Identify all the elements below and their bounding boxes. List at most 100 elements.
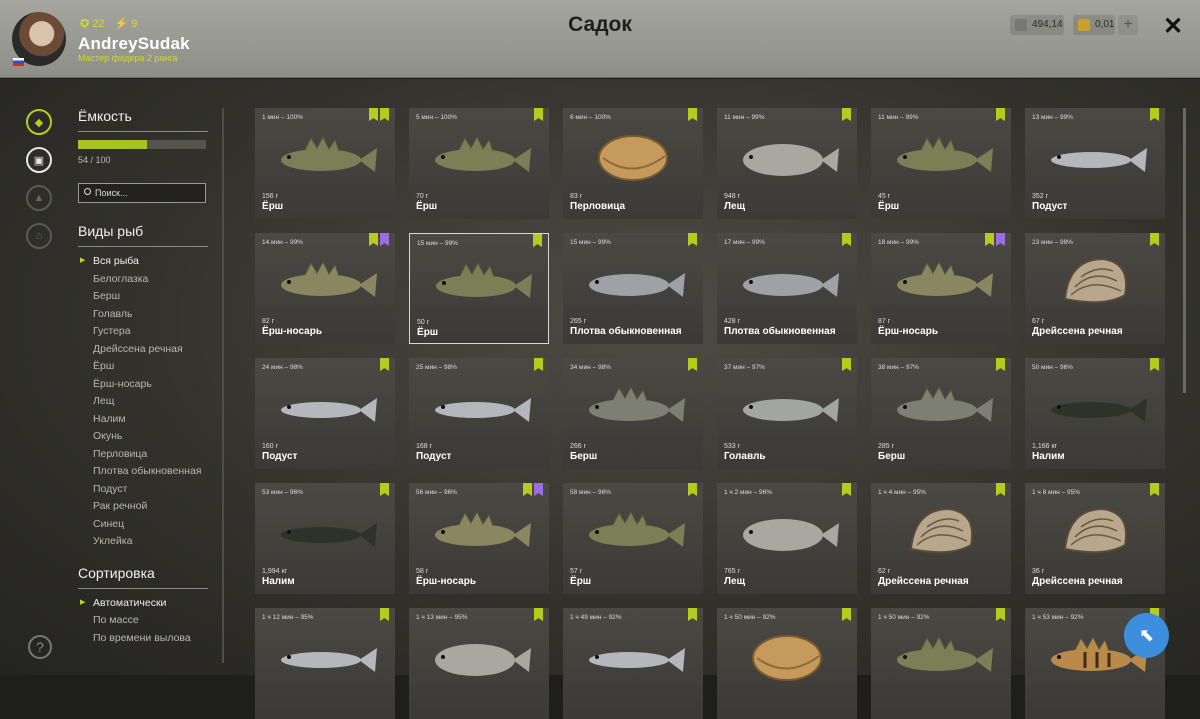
catch-weight: 57 г [570,568,583,575]
catch-time: 18 мин – 99% [878,239,919,246]
scrollbar[interactable] [1183,108,1186,393]
catch-card[interactable]: 1 ч 12 мин – 95% [255,608,395,719]
bucket-icon[interactable]: ▣ [26,147,52,173]
help-icon[interactable]: ? [28,635,52,659]
zander-image [589,385,685,422]
catch-card[interactable]: 14 мин – 99% 82 г Ёрш-носарь [255,233,395,344]
zander-image [897,385,993,422]
species-filter-item[interactable]: Налим [78,413,208,431]
roach-image [743,273,839,297]
catch-name: Ёрш [570,576,592,587]
catch-time: 1 ч 2 мин – 96% [724,489,772,496]
sort-option[interactable]: По массе [78,614,208,632]
catch-card[interactable]: 11 мин – 99% 45 г Ёрш [871,108,1011,219]
catch-name: Плотва обыкновенная [724,326,836,337]
bag-icon[interactable]: ▲ [26,185,52,211]
species-filter-item[interactable]: Лещ [78,395,208,413]
species-filter-item[interactable]: Густера [78,325,208,343]
species-filter-item[interactable]: Ёрш-носарь [78,378,208,396]
catch-card[interactable]: 15 мин – 99% 265 г Плотва обыкновенная [563,233,703,344]
catch-time: 34 мин – 98% [570,364,611,371]
card-tags [996,108,1005,121]
species-filter-item[interactable]: Синец [78,518,208,536]
catch-card[interactable]: 18 мин – 99% 87 г Ёрш-носарь [871,233,1011,344]
catch-card[interactable]: 1 ч 50 мин – 92% [717,608,857,719]
species-filter-item[interactable]: Белоглазка [78,273,208,291]
catch-card[interactable]: 50 мин – 96% 1,166 кг Налим [1025,358,1165,469]
sort-option[interactable]: По времени вылова [78,632,208,650]
cursor-icon[interactable]: ⬉ [1124,613,1169,658]
catch-card[interactable]: 6 мин – 100% 83 г Перловица [563,108,703,219]
catch-weight: 948 г [724,193,741,200]
catch-weight: 428 г [724,318,741,325]
ruffe-image [435,135,531,172]
bookmark-icon [534,108,543,121]
close-icon[interactable]: ✕ [1163,12,1183,41]
species-filter-item[interactable]: Рак речной [78,500,208,518]
bookmark-icon [688,233,697,246]
search-input[interactable]: Поиск... [78,183,206,203]
bream-image [743,519,839,551]
catch-card[interactable]: 1 ч 2 мин – 96% 765 г Лещ [717,483,857,594]
catch-card[interactable]: 37 мин – 97% 533 г Голавль [717,358,857,469]
add-currency-button[interactable]: + [1118,15,1138,35]
catch-card[interactable]: 1 мин – 100% 156 г Ёрш [255,108,395,219]
catch-name: Ёрш [262,201,284,212]
species-filter-item[interactable]: Перловица [78,448,208,466]
species-filter-item[interactable]: Вся рыба [78,255,208,273]
catch-card[interactable]: 34 мин – 98% 266 г Берш [563,358,703,469]
catch-card[interactable]: 15 мин – 99% 50 г Ёрш [409,233,549,344]
catch-time: 1 ч 12 мин – 95% [262,614,314,621]
catch-time: 1 ч 50 мин – 92% [724,614,776,621]
catch-name: Подуст [262,451,298,462]
catch-card[interactable]: 1 ч 49 мин – 92% [563,608,703,719]
capacity-fill [78,140,148,149]
card-tags [996,483,1005,496]
catch-card[interactable]: 17 мин – 99% 428 г Плотва обыкновенная [717,233,857,344]
slim-image [589,648,685,672]
catch-card[interactable]: 23 мин – 98% 67 г Дрейссена речная [1025,233,1165,344]
bookmark-icon [996,108,1005,121]
species-filter-item[interactable]: Подуст [78,483,208,501]
species-filter-item[interactable]: Голавль [78,308,208,326]
card-tags [1150,233,1159,246]
shell-image [752,635,822,681]
bookmark-icon [996,608,1005,621]
species-filter-item[interactable]: Берш [78,290,208,308]
catch-name: Ёрш-носарь [416,576,476,587]
catch-card[interactable]: 1 ч 8 мин – 95% 36 г Дрейссена речная [1025,483,1165,594]
catch-card[interactable]: 38 мин – 97% 285 г Берш [871,358,1011,469]
catch-weight: 62 г [878,568,891,575]
catch-card[interactable]: 56 мин – 96% 58 г Ёрш-носарь [409,483,549,594]
bookmark-icon [688,108,697,121]
species-filter-item[interactable]: Дрейссена речная [78,343,208,361]
species-filter-item[interactable]: Уклейка [78,535,208,553]
catch-card[interactable]: 5 мин – 100% 70 г Ёрш [409,108,549,219]
bookmark-icon [996,358,1005,371]
bookmark-icon [842,608,851,621]
fish-icon[interactable]: ◆ [26,109,52,135]
catch-time: 53 мин – 96% [262,489,303,496]
catch-card[interactable]: 58 мин – 96% 57 г Ёрш [563,483,703,594]
species-filter-item[interactable]: Ёрш [78,360,208,378]
catch-card[interactable]: 1 ч 13 мин – 95% [409,608,549,719]
catch-weight: 83 г [570,193,583,200]
catch-card[interactable]: 24 мин – 98% 160 г Подуст [255,358,395,469]
catch-card[interactable]: 1 ч 4 мин – 95% 62 г Дрейссена речная [871,483,1011,594]
bookmark-icon [1150,358,1159,371]
catch-card[interactable]: 53 мин – 96% 1,994 кг Налим [255,483,395,594]
slim-image [435,398,531,422]
species-filter-item[interactable]: Плотва обыкновенная [78,465,208,483]
catch-card[interactable]: 11 мин – 99% 948 г Лещ [717,108,857,219]
sort-option[interactable]: Автоматически [78,597,208,615]
card-tags [380,608,389,621]
card-tags [688,108,697,121]
slim-image [281,398,377,422]
catch-card[interactable]: 25 мин – 98% 168 г Подуст [409,358,549,469]
catch-card[interactable]: 13 мин – 99% 352 г Подуст [1025,108,1165,219]
catch-weight: 45 г [878,193,891,200]
catch-card[interactable]: 1 ч 50 мин – 92% [871,608,1011,719]
catch-weight: 266 г [570,443,587,450]
home-icon[interactable]: ⌂ [26,223,52,249]
species-filter-item[interactable]: Окунь [78,430,208,448]
